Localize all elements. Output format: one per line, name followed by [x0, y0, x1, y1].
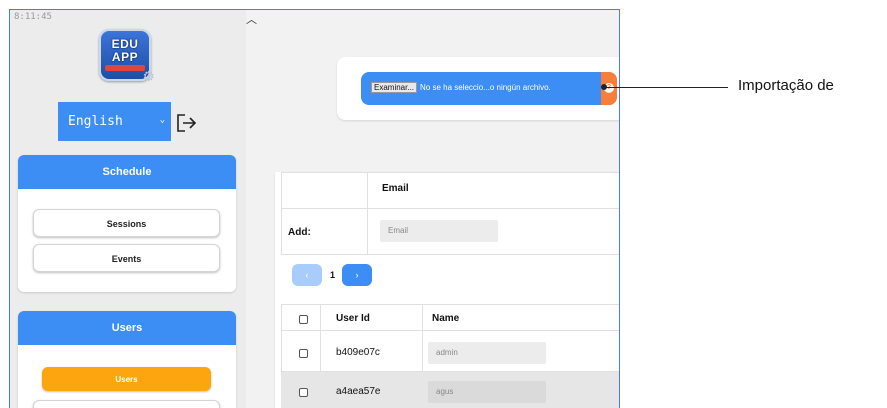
schedule-panel-title: Schedule	[18, 155, 236, 189]
row-divider	[281, 254, 619, 255]
chevron-down-icon: ⌄	[159, 115, 165, 125]
content-card: Email Add: Email ‹ 1 › User Id Name b409…	[275, 172, 619, 408]
clock: 8:11:45	[14, 12, 52, 22]
sidebar: 8:11:45 EDU APP ⚙ English ⌄ Schedule Ses…	[10, 10, 246, 408]
next-page-button[interactable]: ›	[342, 264, 372, 286]
users-button[interactable]: Users	[42, 367, 211, 391]
column-divider	[367, 172, 368, 254]
app-window: 8:11:45 EDU APP ⚙ English ⌄ Schedule Ses…	[9, 9, 620, 408]
logout-icon[interactable]	[176, 113, 198, 133]
name-column-header: Name	[432, 313, 460, 324]
users-panel: Users Users	[18, 311, 236, 408]
app-logo: EDU APP ⚙	[99, 29, 155, 84]
file-status-text: No se ha seleccio...o ningún archivo.	[420, 83, 551, 92]
current-page: 1	[330, 270, 336, 280]
browse-button[interactable]: Examinar...	[371, 82, 418, 93]
user-id-cell: a4aea57e	[336, 386, 381, 397]
callout-line	[604, 87, 728, 88]
email-input[interactable]: Email	[380, 220, 498, 242]
users-panel-title: Users	[18, 311, 236, 345]
events-button[interactable]: Events	[33, 244, 220, 272]
email-column-header: Email	[382, 183, 409, 194]
language-select-value: English	[68, 114, 123, 129]
import-card: Examinar... No se ha seleccio...o ningún …	[337, 57, 619, 120]
table-border-top	[281, 172, 619, 173]
logo-stripe	[105, 65, 145, 71]
prev-page-button[interactable]: ‹	[292, 264, 322, 286]
add-label: Add:	[288, 227, 311, 238]
gear-icon: ⚙	[142, 68, 155, 84]
sessions-button[interactable]: Sessions	[33, 209, 220, 237]
logo-line-2: APP	[111, 50, 139, 64]
select-all-checkbox[interactable]	[299, 315, 308, 324]
name-input[interactable]: admin	[428, 342, 546, 364]
row-divider	[281, 330, 619, 331]
scroll-up-icon[interactable]: ︿	[246, 11, 257, 27]
row-checkbox[interactable]	[299, 349, 308, 358]
table-row: a4aea57e agus	[281, 372, 619, 408]
user-id-cell: b409e07c	[336, 347, 380, 358]
name-input[interactable]: agus	[428, 381, 546, 403]
language-select[interactable]: English ⌄	[58, 102, 171, 141]
row-checkbox[interactable]	[299, 388, 308, 397]
row-divider	[281, 304, 619, 305]
callout-label: Importação de	[738, 77, 834, 94]
row-divider	[281, 208, 619, 209]
table-border-left	[281, 172, 282, 254]
file-input[interactable]: Examinar... No se ha seleccio...o ningún …	[361, 72, 617, 105]
logo-line-1: EDU	[111, 37, 139, 51]
schedule-panel: Schedule Sessions Events	[18, 155, 236, 292]
file-input-field: Examinar... No se ha seleccio...o ningún …	[371, 82, 551, 93]
users-panel-next-button[interactable]	[33, 400, 220, 408]
user-id-column-header: User Id	[336, 313, 370, 324]
